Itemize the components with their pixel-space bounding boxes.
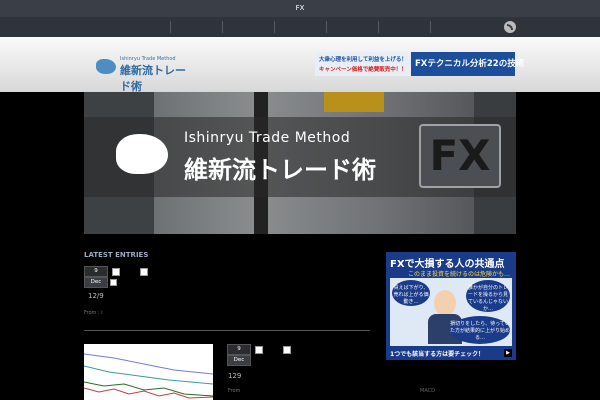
worried-man-icon bbox=[434, 290, 456, 316]
boar-icon bbox=[116, 134, 168, 174]
entry-date-day: 9 bbox=[84, 266, 108, 277]
entry-thumbnail-chart[interactable] bbox=[84, 344, 213, 400]
category-icon bbox=[255, 346, 263, 354]
tag-icon bbox=[140, 268, 148, 276]
thumbnail-chart-svg bbox=[84, 353, 213, 399]
nav-separator bbox=[430, 21, 431, 33]
logo-title: 維新流トレード術 bbox=[120, 64, 186, 93]
ad-illustration-panel: 買えば下がり、売れば上がる価動き… 誰かが自分のトレードを操るから見ているんじゃ… bbox=[390, 278, 512, 346]
sidebar-ad-banner[interactable]: FXで大損する人の共通点 このまま投資を続けるのは危険かも… 買えば下がり、売れ… bbox=[386, 252, 516, 360]
nav-bar bbox=[0, 17, 600, 37]
hero-traffic-light bbox=[324, 92, 384, 112]
sidebar-tab-label[interactable]: MACD bbox=[420, 388, 435, 394]
entry-date-month: Dec bbox=[84, 277, 108, 288]
entry-meta: From : i bbox=[84, 310, 103, 316]
thumb-line-3 bbox=[84, 381, 213, 397]
site-title: FX bbox=[295, 4, 305, 12]
latest-entries-heading: LATEST ENTRIES bbox=[84, 251, 149, 259]
banner-line1: 大衆心理を利用して利益を上げる！ bbox=[319, 57, 407, 63]
nav-separator bbox=[274, 21, 275, 33]
nav-separator bbox=[326, 21, 327, 33]
ad-subline: このまま投資を続けるのは危険かも… bbox=[408, 271, 511, 278]
site-logo[interactable]: Ishinryu Trade Method 維新流トレード術 bbox=[96, 56, 196, 93]
ad-headline: FXで大損する人の共通点 bbox=[390, 259, 505, 270]
thumb-line-2 bbox=[84, 365, 213, 385]
entry-title-link[interactable]: 12/9 bbox=[88, 292, 104, 300]
fx-badge: FX bbox=[419, 124, 501, 188]
hero-title-ja: 維新流トレード術 bbox=[184, 156, 376, 184]
speech-bubble: 損切りをしたら、待っていた方が結果的に上がり始める… bbox=[450, 316, 510, 344]
speech-bubble: 誰かが自分のトレードを操るから見ているんじゃないか… bbox=[466, 280, 510, 312]
tag-icon bbox=[283, 346, 291, 354]
comment-icon bbox=[110, 279, 117, 286]
ad-footer: 1つでも該当する方は要チェック！ bbox=[390, 351, 485, 358]
nav-separator bbox=[170, 21, 171, 33]
nav-separator bbox=[222, 21, 223, 33]
play-icon: ▶ bbox=[504, 349, 512, 357]
banner-title: FXテクニカル分析22の技術 bbox=[415, 59, 525, 69]
hero-image: Ishinryu Trade Method 維新流トレード術 FX bbox=[84, 92, 516, 234]
nav-separator bbox=[378, 21, 379, 33]
entry-title-link[interactable]: 129 bbox=[228, 372, 241, 380]
entry-meta: From bbox=[228, 388, 241, 394]
entry-date-month: Dec bbox=[227, 355, 251, 366]
banner-line2: キャンペーン価格で絶賛販売中！！ bbox=[319, 67, 407, 73]
top-bar: FX bbox=[0, 0, 600, 17]
speech-bubble: 買えば下がり、売れば上がる価動き… bbox=[392, 280, 430, 306]
hero-title-en: Ishinryu Trade Method bbox=[184, 130, 351, 146]
boar-logo-icon bbox=[96, 59, 116, 74]
entry-date-day: 9 bbox=[227, 344, 251, 355]
category-icon bbox=[112, 268, 120, 276]
entry-divider bbox=[84, 330, 370, 331]
header-banner-ad[interactable]: 大衆心理を利用して利益を上げる！ キャンペーン価格で絶賛販売中！！ FXテクニカ… bbox=[315, 52, 524, 76]
rss-icon[interactable] bbox=[504, 21, 516, 33]
